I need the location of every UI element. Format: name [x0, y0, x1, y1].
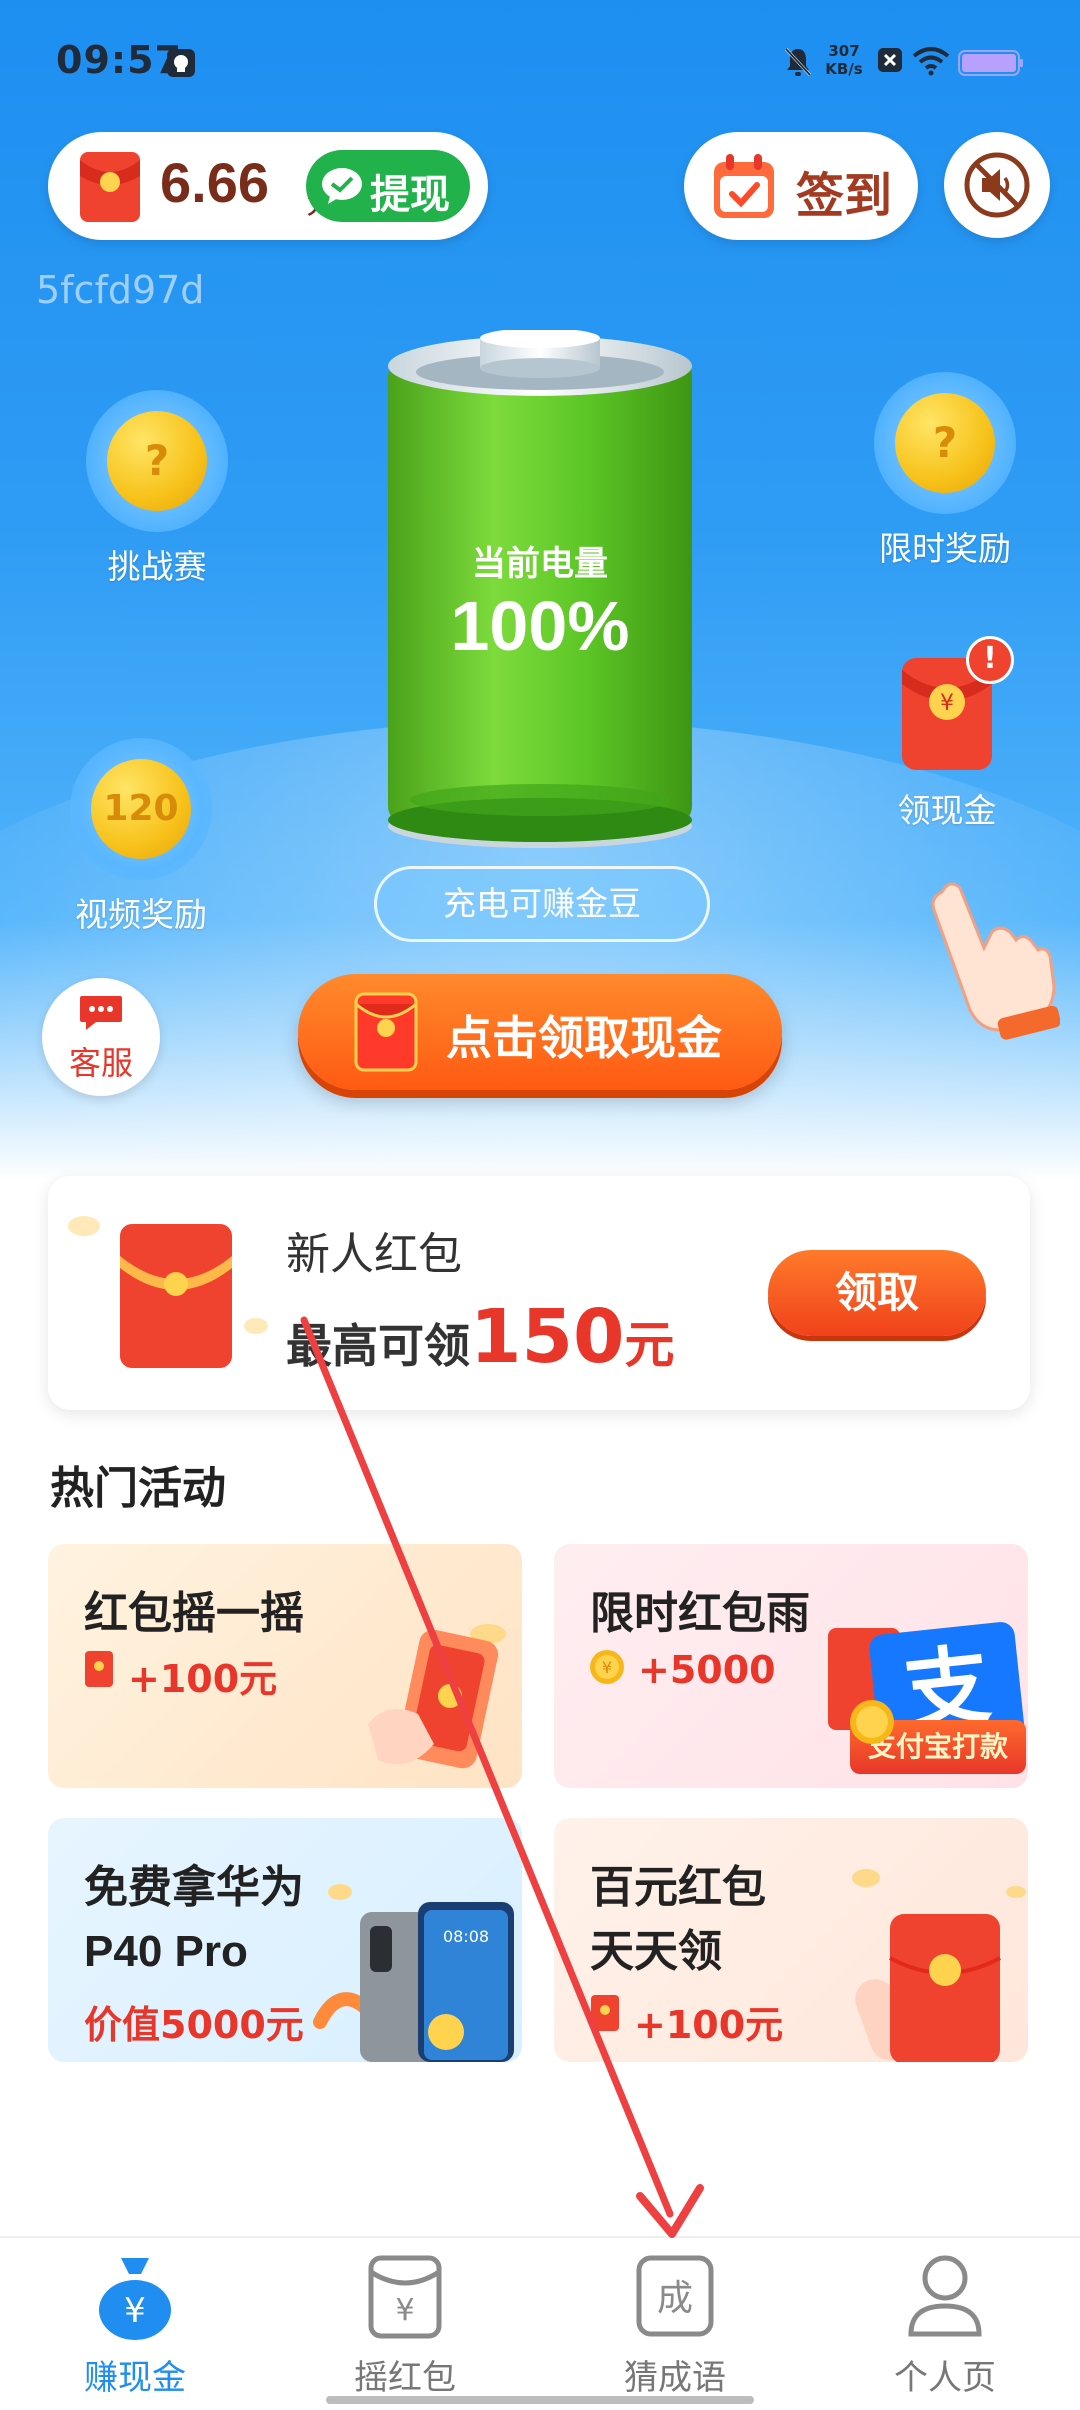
sim-disabled-icon [878, 48, 902, 72]
nav-label: 猜成语 [624, 2358, 726, 2398]
customer-service-label: 客服 [68, 1044, 133, 1082]
gold-coin-icon: 120 [91, 759, 191, 859]
red-envelope-icon: ¥ [368, 2255, 442, 2339]
huawei-phone-illustration: 08:08 [313, 1884, 514, 2062]
limited-reward-label: 限时奖励 [879, 529, 1011, 568]
pointing-hand-icon [931, 882, 1060, 1040]
signin-label: 签到 [796, 168, 893, 224]
wechat-icon [322, 168, 362, 204]
withdraw-label: 提现 [370, 172, 450, 218]
status-time: 09:57 [56, 38, 182, 82]
signin-button[interactable]: 签到 [684, 132, 918, 240]
activity-reward: +100元 [634, 2003, 784, 2047]
limited-reward-button[interactable]: ? 限时奖励 [856, 372, 1034, 570]
battery-title: 当前电量 [472, 544, 608, 584]
new-user-subtitle: 最高可领150元 [286, 1294, 674, 1380]
nav-label: 摇红包 [354, 2358, 456, 2398]
activity-title: 红包摇一摇 [84, 1588, 304, 1639]
activity-title-line2: 天天领 [590, 1926, 722, 1977]
bell-off-icon [784, 47, 812, 77]
activity-title-line1: 免费拿华为 [84, 1862, 304, 1913]
wifi-icon [912, 47, 950, 76]
activity-reward: +100元 [128, 1657, 278, 1701]
gold-coin-icon: ? [107, 411, 207, 511]
new-user-title: 新人红包 [286, 1229, 462, 1280]
home-indicator[interactable] [326, 2396, 754, 2404]
sound-off-icon [964, 152, 1030, 218]
activity-card-hundred-yuan[interactable]: 百元红包 天天领 +100元 [554, 1818, 1028, 2062]
activity-card-shake[interactable]: 红包摇一摇 +100元 [48, 1544, 522, 1788]
red-envelope-illustration [852, 1869, 1026, 2062]
customer-service-button[interactable]: 客服 [42, 978, 160, 1096]
chat-bubble-icon [80, 996, 122, 1030]
balance-amount: 6.66 [160, 151, 269, 214]
idiom-icon: 成 [636, 2255, 714, 2337]
red-envelope-icon [354, 992, 418, 1072]
activity-card-huawei[interactable]: 免费拿华为 P40 Pro 价值5000元 08:08 [48, 1818, 522, 2062]
get-cash-label: 领现金 [897, 791, 997, 830]
hot-activities-title: 热门活动 [50, 1463, 226, 1514]
red-envelope-glyph: ¥ [395, 2293, 414, 2328]
phone-screen-time: 08:08 [443, 1927, 489, 1946]
money-bag-icon: ¥ [99, 2258, 171, 2340]
alert-badge: ! [966, 636, 1014, 684]
network-speed-unit: KB/s [825, 60, 863, 78]
claim-cash-button[interactable]: 点击领取现金 [298, 974, 782, 1090]
withdraw-button[interactable]: 提现 [306, 150, 470, 222]
phone-redpacket-illustration [368, 1624, 506, 1769]
red-envelope-illustration [68, 1216, 268, 1368]
battery-status-icon [958, 50, 1023, 76]
gold-coin-icon: ¥ [590, 1650, 624, 1684]
activity-reward: 价值5000元 [84, 2003, 304, 2047]
challenge-coin-halo: ? [86, 390, 228, 532]
money-bag-glyph: ¥ [124, 2291, 146, 2331]
activity-title: 限时红包雨 [590, 1588, 810, 1639]
nav-earn-cash[interactable]: ¥ 赚现金 [0, 2238, 270, 2398]
svg-text:¥: ¥ [940, 691, 954, 716]
claim-button[interactable]: 领取 [768, 1250, 986, 1336]
get-cash-button[interactable]: ¥ ! 领现金 [868, 636, 1026, 832]
network-speed: 307 KB/s [824, 42, 864, 78]
red-envelope-icon [591, 1995, 619, 2031]
activity-card-redpacket-rain[interactable]: 限时红包雨 ¥ +5000 支 支付宝打款 [554, 1544, 1028, 1788]
user-id: 5fcfd97d [36, 268, 205, 312]
video-coin-halo: 120 [70, 738, 212, 880]
battery-graphic: 当前电量 100% [384, 330, 696, 850]
video-reward-label: 视频奖励 [75, 895, 207, 934]
idiom-glyph: 成 [657, 2278, 693, 2319]
status-bar: 09:57 307 KB/s [0, 0, 1080, 120]
activity-reward: +5000 [638, 1648, 776, 1692]
new-user-unit: 元 [624, 1316, 675, 1374]
activity-title-line2: P40 Pro [84, 1927, 248, 1976]
mute-button[interactable] [944, 132, 1050, 238]
nav-shake-redpacket[interactable]: ¥ 摇红包 [270, 2238, 540, 2398]
nav-label: 个人页 [894, 2358, 996, 2398]
svg-text:¥: ¥ [602, 1658, 612, 1677]
network-speed-value: 307 [828, 42, 860, 60]
gold-coin-icon [850, 1700, 894, 1744]
red-envelope-icon [80, 152, 140, 222]
limited-coin-halo: ? [874, 372, 1016, 514]
video-reward-button[interactable]: 120 视频奖励 [52, 738, 230, 936]
claim-cash-label: 点击领取现金 [446, 1011, 722, 1065]
nav-profile[interactable]: 个人页 [810, 2238, 1080, 2398]
nav-guess-idiom[interactable]: 成 猜成语 [540, 2238, 810, 2398]
new-user-redpacket-card[interactable]: 新人红包 最高可领150元 领取 [48, 1176, 1030, 1410]
new-user-prefix: 最高可领 [286, 1319, 470, 1373]
new-user-amount: 150 [470, 1294, 625, 1380]
nav-label: 赚现金 [84, 2358, 186, 2398]
bottom-nav: ¥ 赚现金 ¥ 摇红包 成 猜成语 个人页 [0, 2236, 1080, 2410]
challenge-label: 挑战赛 [107, 547, 207, 586]
activity-title-line1: 百元红包 [590, 1862, 766, 1913]
calendar-check-icon [714, 154, 774, 218]
challenge-button[interactable]: ? 挑战赛 [86, 390, 228, 588]
notification-app-icon [167, 49, 195, 77]
red-envelope-icon [85, 1651, 113, 1687]
gold-coin-icon: ? [895, 393, 995, 493]
charge-earn-tag: 充电可赚金豆 [374, 866, 710, 942]
person-icon [908, 2255, 982, 2337]
battery-percent: 100% [450, 587, 630, 665]
balance-pill[interactable]: 6.66 元 提现 [48, 132, 488, 240]
